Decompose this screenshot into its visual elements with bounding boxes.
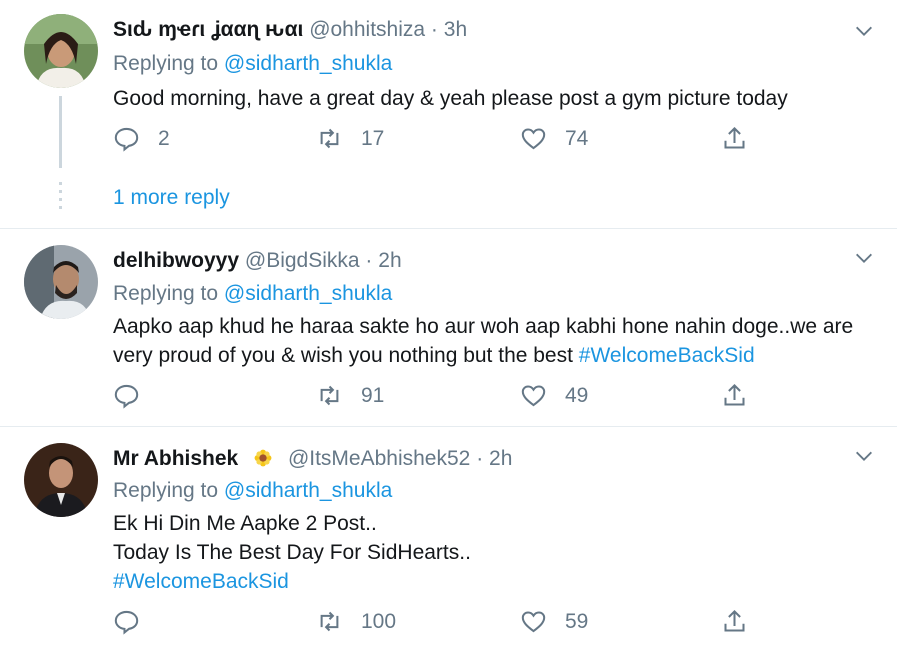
tweet-actions: 91 49 xyxy=(113,382,773,412)
more-replies-link[interactable]: 1 more reply xyxy=(113,186,230,210)
tweet-text-line: Today Is The Best Day For SidHearts.. xyxy=(113,541,471,564)
like-button[interactable]: 59 xyxy=(520,608,588,635)
share-button[interactable] xyxy=(721,608,748,635)
user-handle[interactable]: @BigdSikka xyxy=(245,249,360,272)
tweet-actions: 2 17 74 xyxy=(113,125,773,155)
reply-button[interactable] xyxy=(113,608,158,635)
user-handle[interactable]: @ohhitshiza xyxy=(309,18,425,41)
share-icon xyxy=(724,609,745,632)
share-icon xyxy=(724,126,745,149)
tweet-actions: 100 59 xyxy=(113,608,773,638)
like-button[interactable]: 74 xyxy=(520,125,588,152)
timestamp[interactable]: 2h xyxy=(489,447,512,470)
heart-icon xyxy=(521,385,546,407)
tweet-header: Sιԃ ɱҽɾι ʝααɳ ԋαι @ohhitshiza · 3h xyxy=(113,18,467,42)
replying-to: Replying to @sidharth_shukla xyxy=(113,479,392,503)
thread-line xyxy=(59,96,62,168)
tweet-text: Good morning, have a great day & yeah pl… xyxy=(113,87,788,110)
timestamp[interactable]: 2h xyxy=(378,249,401,272)
chevron-down-icon[interactable] xyxy=(853,20,875,42)
chevron-down-icon[interactable] xyxy=(853,247,875,269)
tweet-header: delhibwoyyy @BigdSikka · 2h xyxy=(113,249,402,273)
separator-dot: · xyxy=(476,447,484,470)
thread-dots xyxy=(59,182,62,214)
replying-to-label: Replying to xyxy=(113,52,219,75)
tweet-2[interactable]: delhibwoyyy @BigdSikka · 2h Replying to … xyxy=(0,229,897,427)
mention-link[interactable]: @sidharth_shukla xyxy=(224,479,392,502)
hashtag-link[interactable]: #WelcomeBackSid xyxy=(579,344,755,367)
reply-icon xyxy=(114,127,139,152)
user-handle[interactable]: @ItsMeAbhishek52 xyxy=(288,447,470,470)
retweet-count: 17 xyxy=(361,126,385,150)
reply-button[interactable]: 2 xyxy=(113,125,170,152)
reply-count: 2 xyxy=(158,126,170,150)
hashtag-link[interactable]: #WelcomeBackSid xyxy=(113,567,873,596)
tweet-3[interactable]: Mr Abhishek @ItsMeAbhishek52 · 2h Replyi… xyxy=(0,427,897,651)
mention-link[interactable]: @sidharth_shukla xyxy=(224,282,392,305)
timestamp[interactable]: 3h xyxy=(444,18,467,41)
retweet-button[interactable]: 91 xyxy=(316,382,384,409)
reply-icon xyxy=(114,384,139,409)
reply-button[interactable] xyxy=(113,382,158,409)
tweet-text: Ek Hi Din Me Aapke 2 Post.. Today Is The… xyxy=(113,509,873,596)
retweet-button[interactable]: 100 xyxy=(316,608,396,635)
like-count: 74 xyxy=(565,126,589,150)
heart-icon xyxy=(521,128,546,150)
sunflower-emoji-icon xyxy=(254,449,272,467)
tweet-text: Aapko aap khud he haraa sakte ho aur woh… xyxy=(113,312,873,370)
tweet-header: Mr Abhishek @ItsMeAbhishek52 · 2h xyxy=(113,447,512,471)
retweet-icon xyxy=(320,128,339,149)
tweet-text-line: Ek Hi Din Me Aapke 2 Post.. xyxy=(113,512,377,535)
like-button[interactable]: 49 xyxy=(520,382,588,409)
replying-to: Replying to @sidharth_shukla xyxy=(113,52,392,76)
replying-to: Replying to @sidharth_shukla xyxy=(113,282,392,306)
avatar[interactable] xyxy=(24,245,98,319)
avatar[interactable] xyxy=(24,14,98,88)
display-name[interactable]: Mr Abhishek xyxy=(113,447,238,470)
avatar[interactable] xyxy=(24,443,98,517)
retweet-count: 91 xyxy=(361,383,385,407)
share-button[interactable] xyxy=(721,125,748,152)
display-name[interactable]: delhibwoyyy xyxy=(113,249,239,272)
retweet-button[interactable]: 17 xyxy=(316,125,384,152)
retweet-icon xyxy=(320,385,339,406)
mention-link[interactable]: @sidharth_shukla xyxy=(224,52,392,75)
retweet-icon xyxy=(320,611,339,632)
share-icon xyxy=(724,383,745,406)
separator-dot: · xyxy=(365,249,373,272)
share-button[interactable] xyxy=(721,382,748,409)
replying-to-label: Replying to xyxy=(113,479,219,502)
reply-icon xyxy=(114,610,139,635)
tweet-1[interactable]: Sιԃ ɱҽɾι ʝααɳ ԋαι @ohhitshiza · 3h Reply… xyxy=(0,0,897,229)
like-count: 49 xyxy=(565,383,589,407)
heart-icon xyxy=(521,611,546,633)
retweet-count: 100 xyxy=(361,609,397,633)
like-count: 59 xyxy=(565,609,589,633)
display-name[interactable]: Sιԃ ɱҽɾι ʝααɳ ԋαι xyxy=(113,18,303,41)
separator-dot: · xyxy=(430,18,438,41)
replying-to-label: Replying to xyxy=(113,282,219,305)
chevron-down-icon[interactable] xyxy=(853,445,875,467)
